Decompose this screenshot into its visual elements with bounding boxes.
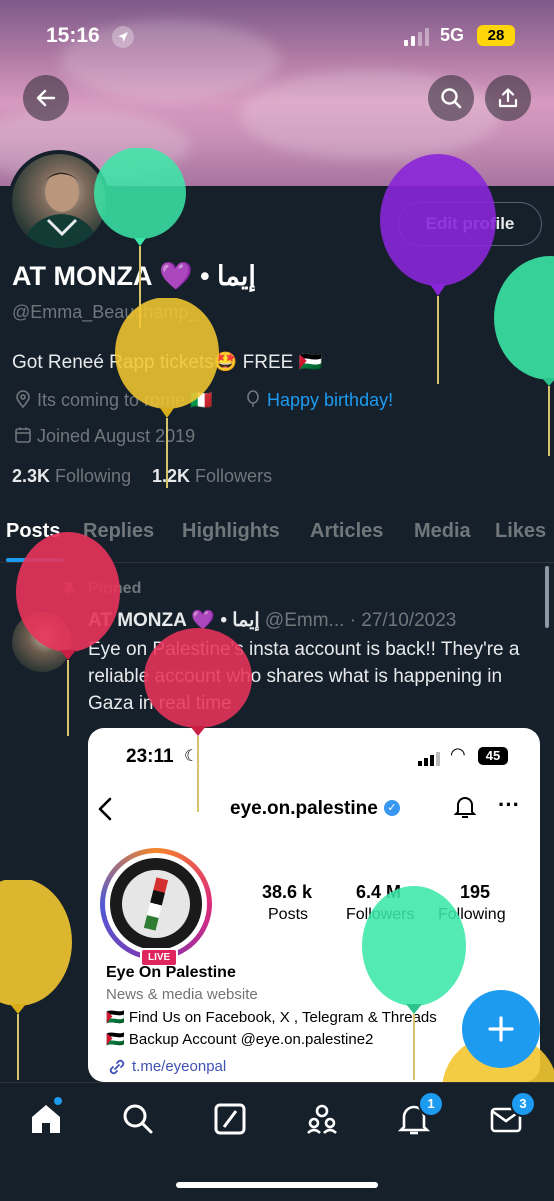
embedded-posts-count: 38.6 k	[262, 882, 313, 902]
home-indicator	[176, 1182, 378, 1188]
search-icon	[123, 1104, 153, 1134]
balloon-icon	[247, 390, 259, 407]
website-link[interactable]: Happy birthday!	[267, 390, 393, 410]
red-balloon-decoration	[144, 628, 252, 812]
signal-icon	[404, 28, 434, 46]
nav-grok[interactable]	[212, 1101, 248, 1137]
nav-communities[interactable]	[304, 1101, 340, 1137]
search-icon	[441, 88, 462, 109]
battery-indicator: 28	[477, 25, 515, 46]
share-icon	[498, 88, 518, 108]
green-balloon-decoration	[494, 256, 554, 456]
embedded-battery: 45	[478, 747, 508, 765]
network-type: 5G	[440, 25, 465, 45]
red-balloon-decoration	[16, 532, 120, 736]
tab-highlights[interactable]: Highlights	[182, 520, 280, 543]
nav-messages[interactable]: 3	[488, 1091, 536, 1137]
more-icon: ···	[498, 792, 520, 817]
nav-home[interactable]	[28, 1097, 64, 1137]
website-row[interactable]: Happy birthday!	[244, 390, 393, 411]
yellow-balloon-decoration	[0, 880, 72, 1080]
status-bar: 15:16 5G 28	[0, 0, 554, 72]
link-icon	[109, 1059, 125, 1075]
tab-articles[interactable]: Articles	[310, 520, 383, 543]
post-date: · 27/10/2023	[349, 610, 457, 631]
messages-badge: 3	[510, 1091, 536, 1117]
following-count: 2.3K	[12, 466, 51, 486]
notifications-badge: 1	[418, 1091, 444, 1117]
location-pin-icon	[16, 390, 30, 409]
post-author-handle: @Emm...	[264, 610, 345, 631]
embedded-signal-icon	[418, 752, 442, 766]
yellow-balloon-decoration	[115, 298, 219, 488]
share-button[interactable]	[485, 75, 531, 121]
bell-icon	[453, 797, 477, 818]
embedded-bio-line2: 🇵🇸 Backup Account @eye.on.palestine2	[106, 1031, 374, 1048]
embedded-category: News & media website	[106, 986, 258, 1003]
embedded-story-ring	[100, 848, 212, 960]
status-time: 15:16	[46, 24, 100, 47]
home-dot	[54, 1097, 62, 1105]
embedded-posts-label: Posts	[268, 906, 309, 923]
tab-likes[interactable]: Likes	[495, 520, 546, 543]
embedded-avatar	[110, 858, 202, 950]
wifi-icon: ◠	[450, 744, 466, 764]
nav-search[interactable]	[120, 1101, 156, 1137]
verified-icon: ✓	[384, 800, 400, 816]
location-arrow-icon	[112, 26, 134, 48]
purple-balloon-decoration	[380, 154, 496, 384]
plus-icon	[488, 1016, 514, 1042]
compose-button[interactable]	[462, 990, 540, 1068]
grok-icon	[214, 1103, 246, 1135]
nav-notifications[interactable]: 1	[396, 1091, 444, 1137]
embedded-display-name: Eye On Palestine	[106, 964, 236, 981]
scrollbar[interactable]	[545, 566, 549, 628]
home-icon	[32, 1105, 60, 1133]
search-button[interactable]	[428, 75, 474, 121]
calendar-icon	[15, 427, 31, 443]
back-button[interactable]	[23, 75, 69, 121]
embedded-link: t.me/eyeonpal	[132, 1058, 227, 1075]
embedded-back-icon	[98, 797, 112, 821]
tab-media[interactable]: Media	[414, 520, 471, 543]
communities-icon	[307, 1104, 337, 1134]
back-arrow-icon	[36, 89, 56, 107]
